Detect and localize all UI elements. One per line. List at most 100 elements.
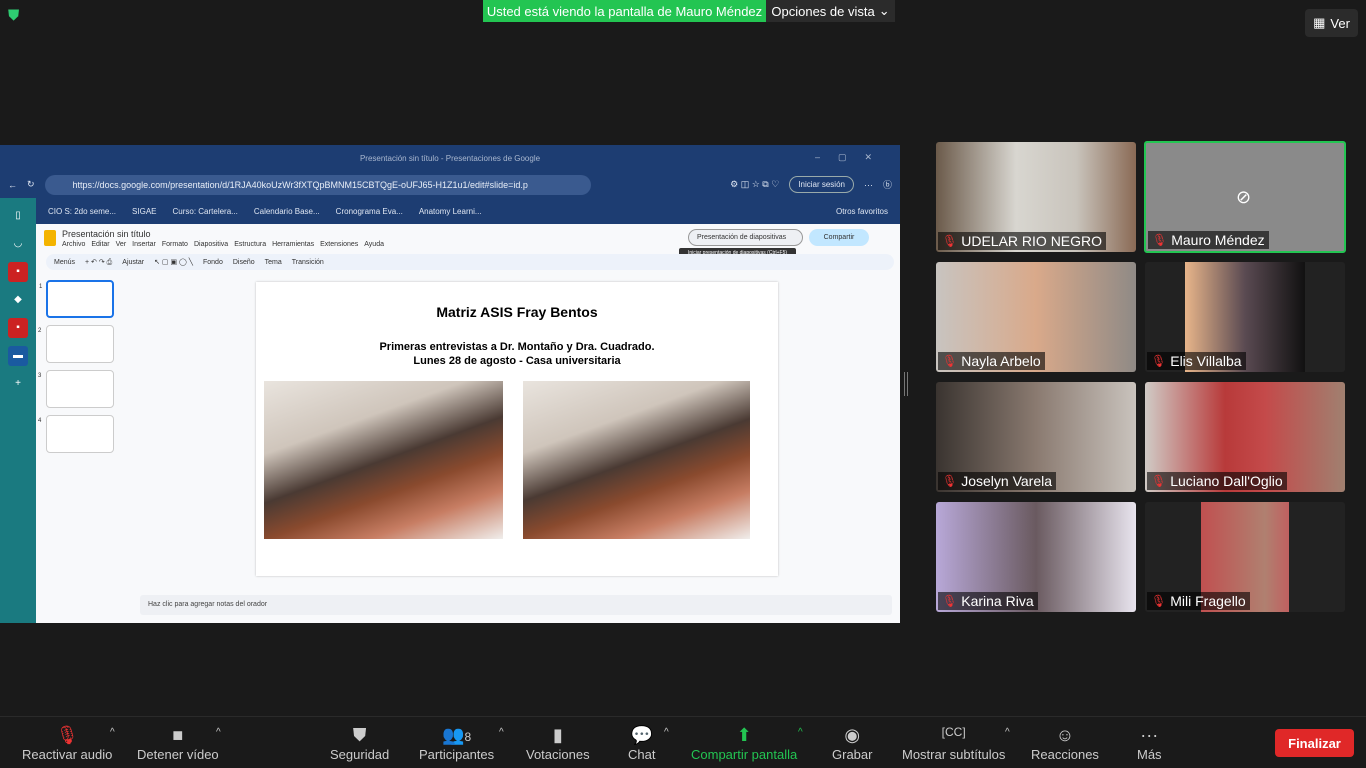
participant-tile[interactable]: 🎙 Joselyn Varela	[936, 382, 1136, 492]
url-field[interactable]: https://docs.google.com/presentation/d/1…	[44, 174, 591, 195]
slides-app-icon[interactable]: ▬	[8, 346, 28, 366]
video-options-caret[interactable]: ^	[216, 727, 221, 738]
slide-thumbnail[interactable]: 2	[38, 325, 114, 363]
participants-label: Participantes	[419, 747, 495, 762]
shared-screen: Presentación sin título - Presentaciones…	[0, 145, 900, 623]
camera-icon: ■	[172, 725, 184, 745]
speaker-notes[interactable]: Haz clic para agregar notas del orador	[140, 595, 892, 615]
bar-chart-icon: ▮	[552, 725, 563, 745]
menu-item[interactable]: Extensiones	[320, 241, 358, 248]
participant-name: Joselyn Varela	[961, 473, 1053, 489]
sidebar-app-icon[interactable]: ◆	[8, 290, 28, 310]
participant-tile[interactable]: 🎙 Nayla Arbelo	[936, 262, 1136, 372]
tabs-icon[interactable]: ▯	[8, 206, 28, 226]
menu-item[interactable]: Ver	[116, 241, 127, 248]
slide-thumbnail[interactable]: 4	[38, 415, 114, 453]
end-meeting-button[interactable]: Finalizar	[1275, 729, 1354, 757]
mic-muted-icon: 🎙	[55, 725, 79, 745]
slide-canvas[interactable]: Matriz ASIS Fray Bentos Primeras entrevi…	[256, 282, 778, 576]
participant-tile[interactable]: 🎙 Mili Fragello	[1145, 502, 1345, 612]
slide-thumbnail[interactable]: 1	[39, 280, 114, 318]
sidebar-app-icon[interactable]: ▪	[8, 262, 28, 282]
zoom-fit[interactable]: Ajustar	[122, 259, 144, 266]
browser-address-bar: ← ↻ https://docs.google.com/presentation/…	[0, 171, 900, 198]
more-icon[interactable]: ···	[864, 180, 873, 190]
participant-tile[interactable]: 🎙 Luciano Dall'Oglio	[1145, 382, 1345, 492]
menu-item[interactable]: Diapositiva	[194, 241, 228, 248]
search-menus[interactable]: Menús	[54, 259, 75, 266]
menu-item[interactable]: Ayuda	[364, 241, 384, 248]
doc-title[interactable]: Presentación sin título	[62, 229, 151, 239]
security-label: Seguridad	[330, 747, 390, 762]
slides-toolbar: Menús + ↶ ↷ ⎙ Ajustar ↖ ▢ ▣ ◯ ╲ Fondo Diseño T…	[46, 254, 894, 270]
other-favorites[interactable]: Otros favoritos	[836, 207, 888, 216]
record-icon: ◉	[844, 725, 861, 745]
record-button[interactable]: ◉ Grabar	[832, 725, 872, 762]
captions-caret[interactable]: ^	[1005, 727, 1010, 738]
participant-tile[interactable]: 🎙 UDELAR RIO NEGRO	[936, 142, 1136, 252]
more-button[interactable]: ··· Más	[1137, 725, 1162, 762]
bookmark[interactable]: Calendario Base...	[254, 207, 320, 216]
sidebar-app-icon[interactable]: ◡	[8, 234, 28, 254]
security-shield-icon[interactable]: ⛊	[8, 7, 24, 25]
bing-icon[interactable]: ⓑ	[883, 178, 892, 191]
menu-item[interactable]: Insertar	[132, 241, 156, 248]
bookmark[interactable]: Anatomy Learni...	[419, 207, 482, 216]
polls-label: Votaciones	[526, 747, 590, 762]
participants-caret[interactable]: ^	[499, 727, 504, 738]
view-options-button[interactable]: Opciones de vista ⌄	[766, 0, 895, 22]
bookmark[interactable]: CIO S: 2do seme...	[48, 207, 116, 216]
chat-button[interactable]: 💬 Chat	[628, 725, 655, 762]
slide-thumbnail[interactable]: 3	[38, 370, 114, 408]
audio-options-caret[interactable]: ^	[110, 727, 115, 738]
login-button[interactable]: Iniciar sesión	[789, 176, 854, 193]
share-screen-button[interactable]: ⬆ Compartir pantalla	[691, 725, 797, 762]
tool-layout[interactable]: Diseño	[233, 259, 255, 266]
tool-icons[interactable]: + ↶ ↷ ⎙	[85, 258, 112, 267]
present-button[interactable]: Presentación de diapositivas	[688, 229, 803, 246]
bookmark[interactable]: Cronograma Eva...	[336, 207, 403, 216]
reactions-button[interactable]: ☺ Reacciones	[1031, 725, 1099, 762]
add-icon[interactable]: +	[8, 374, 28, 394]
menu-item[interactable]: Editar	[91, 241, 109, 248]
stop-video-button[interactable]: ■ Detener vídeo	[137, 725, 219, 762]
participant-tile[interactable]: 🎙 Elis Villalba	[1145, 262, 1345, 372]
participants-button[interactable]: 👥8 Participantes	[419, 725, 494, 762]
participant-name: Elis Villalba	[1170, 353, 1242, 369]
bookmark[interactable]: Curso: Cartelera...	[172, 207, 237, 216]
reactions-label: Reacciones	[1031, 747, 1099, 762]
chat-caret[interactable]: ^	[664, 727, 669, 738]
bookmark[interactable]: SIGAE	[132, 207, 156, 216]
share-button[interactable]: Compartir	[809, 229, 869, 246]
captions-button[interactable]: [CC] Mostrar subtítulos	[902, 725, 1005, 762]
security-button[interactable]: ⛊ Seguridad	[330, 725, 389, 762]
reactions-icon: ☺	[1055, 725, 1075, 745]
unmute-button[interactable]: 🎙 Reactivar audio	[22, 725, 112, 762]
menu-item[interactable]: Archivo	[62, 241, 85, 248]
browser-sidebar: ▯ ◡ ▪ ◆ ▪ ▬ +	[0, 198, 36, 623]
share-label: Compartir	[823, 234, 855, 241]
menu-item[interactable]: Herramientas	[272, 241, 314, 248]
participant-tile[interactable]: ⊘ 🎙 Mauro Méndez	[1144, 141, 1346, 253]
reload-icon[interactable]: ↻	[27, 179, 35, 190]
back-icon[interactable]: ←	[8, 180, 17, 190]
menu-item[interactable]: Estructura	[234, 241, 266, 248]
resize-handle[interactable]	[904, 372, 908, 396]
participant-name: Mauro Méndez	[1171, 232, 1265, 248]
polls-button[interactable]: ▮ Votaciones	[526, 725, 590, 762]
extensions-icon[interactable]: ⚙ ◫ ☆ ⧉ ♡	[730, 179, 779, 190]
present-label: Presentación de diapositivas	[697, 234, 787, 241]
slide-thumbnails: 1 2 3 4	[38, 280, 114, 460]
share-caret[interactable]: ^	[798, 727, 803, 738]
captions-label: Mostrar subtítulos	[902, 747, 1006, 762]
menu-item[interactable]: Formato	[162, 241, 188, 248]
tool-background[interactable]: Fondo	[203, 259, 223, 266]
view-button[interactable]: ▦ Ver	[1305, 9, 1358, 37]
record-label: Grabar	[832, 747, 873, 762]
tool-theme[interactable]: Tema	[265, 259, 282, 266]
tool-transition[interactable]: Transición	[292, 259, 324, 266]
participant-tile[interactable]: 🎙 Karina Riva	[936, 502, 1136, 612]
shape-tools[interactable]: ↖ ▢ ▣ ◯ ╲	[154, 258, 193, 266]
slide-subtitle: Primeras entrevistas a Dr. Montaño y Dra…	[379, 341, 655, 353]
sidebar-app-icon[interactable]: ▪	[8, 318, 28, 338]
